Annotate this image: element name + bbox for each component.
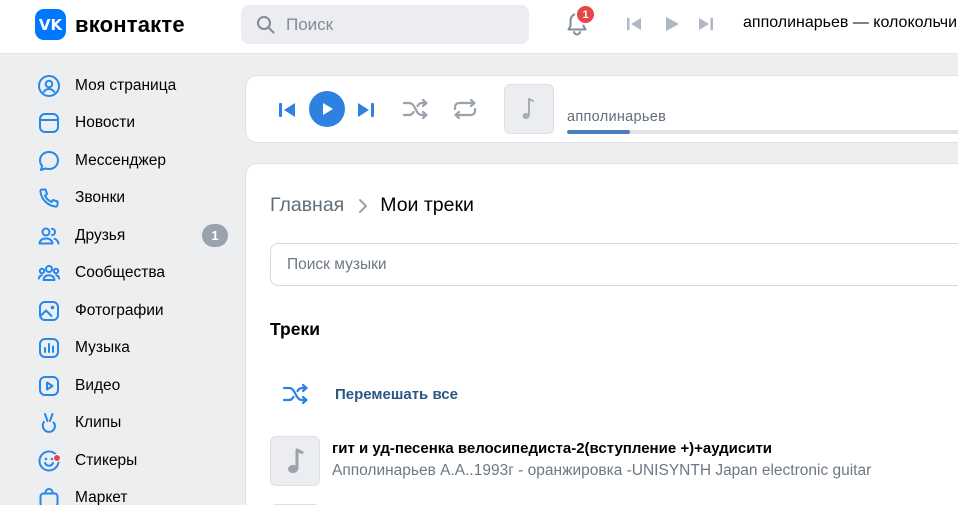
current-track-cover (504, 84, 554, 134)
sidebar-item-stickers[interactable]: Стикеры (36, 442, 236, 480)
sidebar-item-label: Фотографии (75, 301, 164, 319)
sidebar-item-messenger[interactable]: Мессенджер (36, 142, 236, 180)
breadcrumb-current: Мои треки (380, 194, 474, 216)
music-note-icon (288, 448, 304, 473)
sidebar-item-news[interactable]: Новости (36, 105, 236, 143)
track-cover[interactable] (270, 436, 320, 486)
sidebar-item-communities[interactable]: Сообщества (36, 255, 236, 293)
header-play-icon[interactable] (663, 15, 681, 33)
communities-icon (36, 260, 62, 286)
sidebar-item-clips[interactable]: Клипы (36, 405, 236, 443)
music-note-icon (522, 98, 534, 119)
music-icon (36, 335, 62, 361)
sidebar-item-label: Моя страница (75, 76, 177, 94)
track-row[interactable]: гит и уд-песенка велосипедиста-2(вступле… (270, 436, 958, 488)
vk-logo-icon: VK (35, 9, 66, 40)
repeat-icon[interactable] (451, 97, 479, 121)
breadcrumb: Главная Мои треки (270, 194, 474, 217)
shuffle-icon[interactable] (402, 97, 430, 121)
sidebar-item-label: Друзья (75, 226, 126, 244)
search-placeholder: Поиск (286, 14, 334, 34)
header-next-icon[interactable] (697, 15, 715, 33)
sidebar-item-label: Стикеры (75, 451, 138, 469)
current-track-artist[interactable]: апполинарьев (567, 109, 666, 125)
sidebar-item-label: Клипы (75, 414, 122, 432)
top-header: VK вконтакте Поиск 1 апполинарьев — коло… (0, 0, 958, 54)
track-artist[interactable]: Апполинарьев А.А..1993г - оранжировка -U… (332, 462, 871, 480)
playback-progress-fill (567, 130, 630, 134)
clips-icon (36, 410, 62, 436)
friends-icon (36, 223, 62, 249)
vk-logo[interactable]: VK вконтакте (35, 9, 185, 40)
sidebar-item-photos[interactable]: Фотографии (36, 292, 236, 330)
sidebar-item-my-page[interactable]: Моя страница (36, 67, 236, 105)
shuffle-all-button[interactable]: Перемешать все (282, 382, 458, 406)
notifications-badge: 1 (575, 4, 596, 25)
sidebar-item-label: Музыка (75, 339, 130, 357)
track-title: гит и уд-песенка велосипедиста-2(вступле… (332, 440, 773, 457)
sidebar-item-calls[interactable]: Звонки (36, 180, 236, 218)
music-search-placeholder: Поиск музыки (287, 256, 387, 273)
next-track-icon[interactable] (356, 100, 376, 120)
sidebar-item-friends[interactable]: Друзья 1 (36, 217, 236, 255)
shuffle-all-label: Перемешать все (335, 385, 458, 403)
tracks-section-title: Треки (270, 319, 320, 339)
audio-player: апполинарьев (245, 75, 958, 143)
phone-icon (36, 185, 62, 211)
sidebar-item-music[interactable]: Музыка (36, 330, 236, 368)
play-button[interactable] (309, 91, 345, 127)
smile-icon (36, 448, 62, 474)
breadcrumb-home-link[interactable]: Главная (270, 194, 344, 217)
music-search-input[interactable]: Поиск музыки (270, 243, 958, 286)
playback-progress-bar[interactable] (567, 130, 958, 134)
sidebar-item-label: Видео (75, 376, 121, 394)
sidebar-item-label: Сообщества (75, 264, 166, 282)
user-circle-icon (36, 73, 62, 99)
stickers-new-dot (53, 453, 61, 462)
sidebar-item-video[interactable]: Видео (36, 367, 236, 405)
sidebar-item-label: Новости (75, 114, 136, 132)
sidebar-item-label: Звонки (75, 189, 126, 207)
message-icon (36, 148, 62, 174)
chevron-right-icon (359, 198, 368, 213)
friends-count-badge: 1 (202, 224, 228, 248)
search-input[interactable]: Поиск (241, 5, 529, 44)
video-icon (36, 373, 62, 399)
sidebar-item-label: Маркет (75, 489, 128, 505)
sidebar-item-label: Мессенджер (75, 151, 167, 169)
header-now-playing[interactable]: апполинарьев — колокольчики (743, 14, 958, 32)
search-icon (257, 16, 275, 34)
left-sidebar: Моя страница Новости Мессенджер Звонки Д… (36, 67, 236, 505)
newsfeed-icon (36, 110, 62, 136)
header-previous-icon[interactable] (625, 15, 643, 33)
vk-logo-text: вконтакте (75, 11, 185, 37)
previous-track-icon[interactable] (277, 100, 297, 120)
music-content-panel: Главная Мои треки Поиск музыки Треки Пер… (245, 163, 958, 505)
play-icon (323, 103, 333, 115)
photo-icon (36, 298, 62, 324)
market-icon (36, 485, 62, 505)
sidebar-item-market[interactable]: Маркет (36, 480, 236, 505)
shuffle-icon (282, 383, 308, 405)
